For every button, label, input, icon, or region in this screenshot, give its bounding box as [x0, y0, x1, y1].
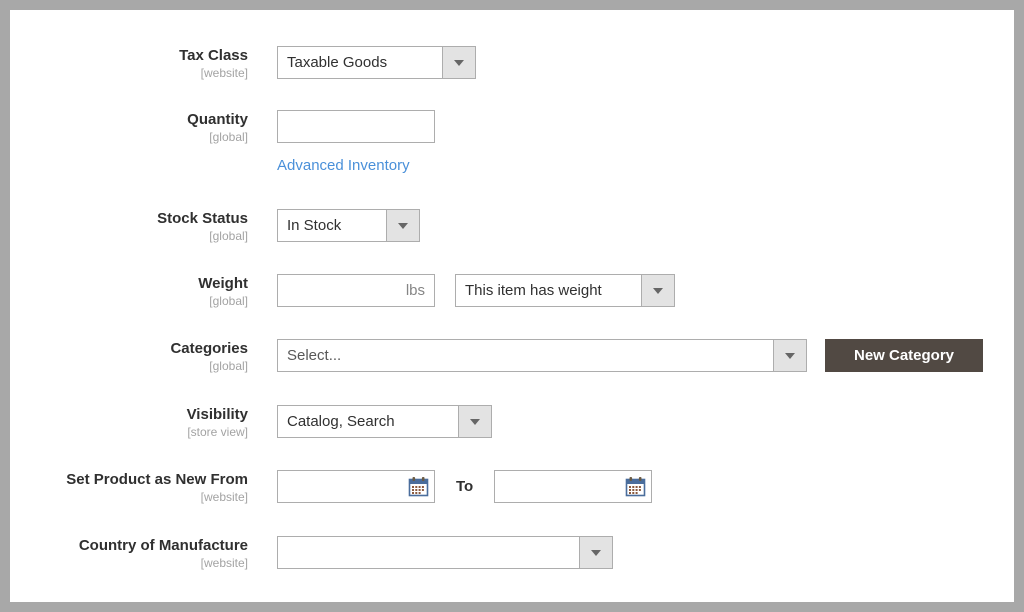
country-of-manufacture-select[interactable] [277, 536, 613, 569]
weight-type-selected-value: This item has weight [465, 282, 602, 299]
calendar-icon[interactable] [408, 476, 429, 497]
advanced-inventory-link[interactable]: Advanced Inventory [277, 157, 410, 174]
label-text: Set Product as New From [66, 471, 248, 488]
date-from-wrap [277, 470, 435, 503]
stock-status-select[interactable]: In Stock [277, 209, 420, 242]
label-country-of-manufacture: Country of Manufacture [website] [10, 536, 248, 571]
chevron-down-icon[interactable] [773, 340, 806, 371]
label-scope: [global] [209, 229, 248, 243]
label-scope: [website] [200, 556, 248, 570]
label-text: Visibility [186, 406, 248, 423]
control-categories: Select... New Category [277, 339, 983, 372]
new-category-button[interactable]: New Category [825, 339, 983, 372]
label-weight: Weight [global] [10, 274, 248, 309]
label-text: Weight [198, 275, 248, 292]
chevron-down-icon[interactable] [641, 275, 674, 306]
product-attributes-form: Tax Class [website] Taxable Goods Quanti… [10, 10, 1014, 602]
label-visibility: Visibility [store view] [10, 405, 248, 440]
label-categories: Categories [global] [10, 339, 248, 374]
calendar-icon[interactable] [625, 476, 646, 497]
label-tax-class: Tax Class [website] [10, 46, 248, 81]
control-country-of-manufacture [277, 536, 613, 569]
control-stock-status: In Stock [277, 209, 420, 242]
label-text: Tax Class [179, 47, 248, 64]
date-range-separator: To [456, 478, 474, 495]
quantity-input[interactable] [277, 110, 435, 143]
tax-class-select[interactable]: Taxable Goods [277, 46, 476, 79]
control-quantity: Advanced Inventory [277, 110, 435, 175]
control-tax-class: Taxable Goods [277, 46, 476, 79]
weight-type-select[interactable]: This item has weight [455, 274, 675, 307]
weight-input[interactable] [277, 274, 435, 307]
page-frame: Tax Class [website] Taxable Goods Quanti… [10, 10, 1014, 602]
tax-class-selected-value: Taxable Goods [287, 54, 388, 71]
visibility-select[interactable]: Catalog, Search [277, 405, 492, 438]
stock-status-selected-value: In Stock [287, 217, 342, 234]
label-scope: [website] [200, 66, 248, 80]
chevron-down-icon[interactable] [442, 47, 475, 78]
date-to-wrap [494, 470, 653, 503]
label-text: Categories [170, 340, 248, 357]
control-visibility: Catalog, Search [277, 405, 492, 438]
label-scope: [website] [200, 490, 248, 504]
label-scope: [global] [209, 130, 248, 144]
label-text: Stock Status [157, 210, 248, 227]
country-of-manufacture-selected-value [278, 537, 579, 568]
categories-select[interactable]: Select... [277, 339, 807, 372]
label-quantity: Quantity [global] [10, 110, 248, 145]
label-scope: [global] [209, 359, 248, 373]
weight-input-wrap: lbs [277, 274, 435, 307]
label-scope: [store view] [187, 425, 248, 439]
chevron-down-icon[interactable] [579, 537, 612, 568]
label-set-product-as-new-from: Set Product as New From [website] [10, 470, 248, 505]
label-text: Quantity [187, 111, 248, 128]
control-set-product-as-new: To [277, 470, 653, 503]
visibility-selected-value: Catalog, Search [287, 413, 395, 430]
categories-selected-value: Select... [287, 347, 342, 364]
chevron-down-icon[interactable] [386, 210, 419, 241]
chevron-down-icon[interactable] [458, 406, 491, 437]
control-weight: lbs This item has weight [277, 274, 675, 307]
label-stock-status: Stock Status [global] [10, 209, 248, 244]
label-scope: [global] [209, 294, 248, 308]
label-text: Country of Manufacture [78, 537, 248, 554]
